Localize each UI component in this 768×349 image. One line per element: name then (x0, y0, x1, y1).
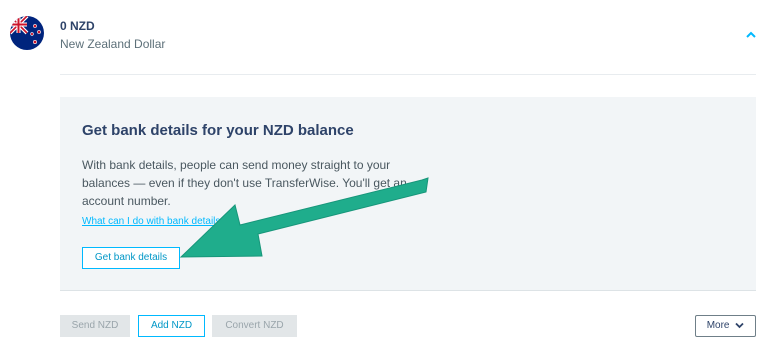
chevron-up-icon[interactable] (742, 28, 760, 42)
bank-details-info-link[interactable]: What can I do with bank details? (82, 216, 226, 227)
add-nzd-button[interactable]: Add NZD (138, 315, 205, 337)
balance-amount: 0 NZD (60, 19, 95, 33)
nz-flag-icon (10, 16, 44, 50)
divider (60, 74, 756, 75)
send-nzd-button[interactable]: Send NZD (60, 315, 130, 337)
convert-nzd-button[interactable]: Convert NZD (212, 315, 297, 337)
chevron-down-icon (735, 322, 744, 329)
get-bank-details-button[interactable]: Get bank details (82, 247, 180, 269)
panel-title: Get bank details for your NZD balance (82, 122, 354, 139)
more-button[interactable]: More (695, 315, 756, 337)
panel-description: With bank details, people can send money… (82, 158, 407, 208)
more-button-label: More (706, 320, 730, 331)
balance-currency-name: New Zealand Dollar (60, 37, 166, 51)
